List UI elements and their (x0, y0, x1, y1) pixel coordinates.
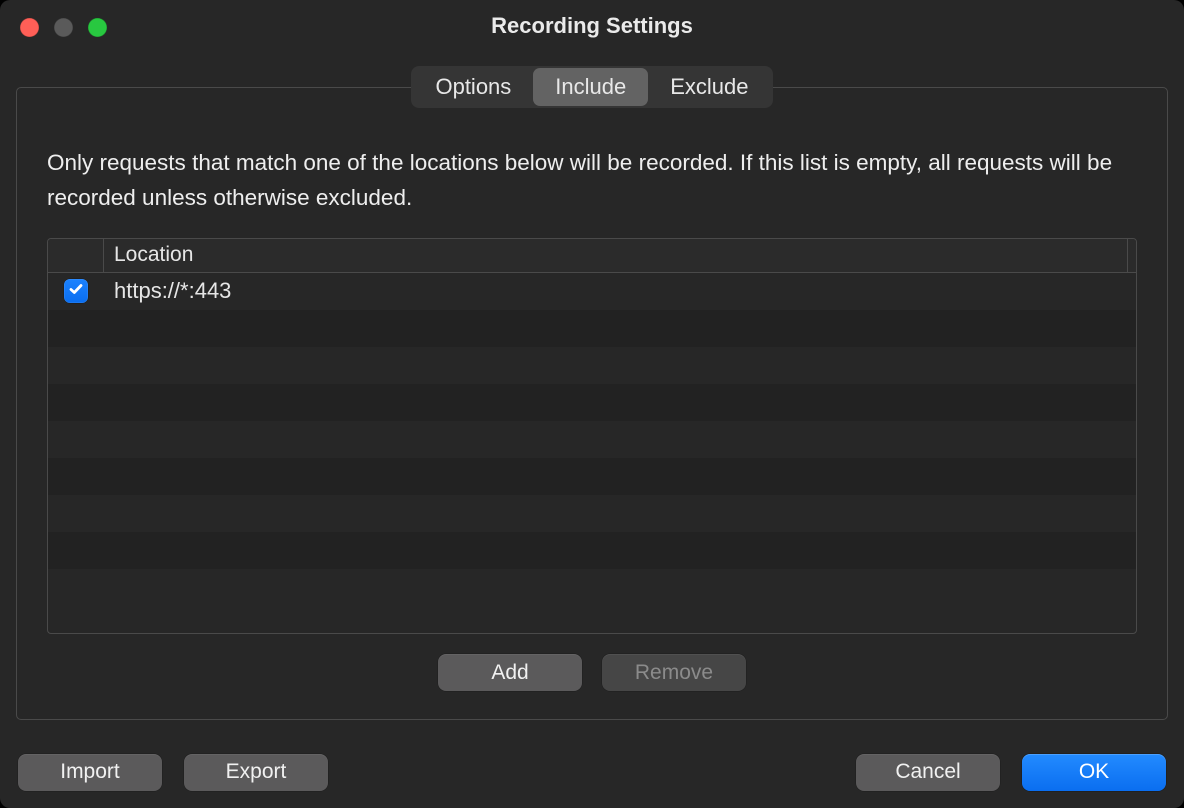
include-panel: Only requests that match one of the loca… (16, 87, 1168, 720)
row-enabled-cell (48, 279, 104, 303)
panel-description: Only requests that match one of the loca… (47, 146, 1137, 216)
titlebar: Recording Settings (0, 0, 1184, 52)
dialog-footer: Import Export Cancel OK (0, 736, 1184, 808)
column-header-enabled[interactable] (48, 239, 104, 272)
table-header: Location (48, 239, 1136, 273)
import-button[interactable]: Import (18, 754, 162, 791)
table-row-empty (48, 532, 1136, 569)
segmented-tabs: Options Include Exclude (411, 66, 772, 108)
table-row[interactable]: https://*:443 (48, 273, 1136, 310)
row-enabled-checkbox[interactable] (64, 279, 88, 303)
cancel-button[interactable]: Cancel (856, 754, 1000, 791)
table-row-empty (48, 421, 1136, 458)
column-header-location[interactable]: Location (104, 239, 1128, 272)
column-header-spacer (1128, 239, 1136, 272)
window-controls (20, 18, 107, 37)
remove-button: Remove (602, 654, 746, 691)
export-button[interactable]: Export (184, 754, 328, 791)
window-title: Recording Settings (0, 13, 1184, 39)
tab-options[interactable]: Options (413, 68, 533, 106)
dialog-content: Options Include Exclude Only requests th… (0, 52, 1184, 736)
locations-table: Location https://*:443 (47, 238, 1137, 634)
table-row-empty (48, 384, 1136, 421)
check-icon (68, 281, 84, 302)
tab-bar: Options Include Exclude (16, 66, 1168, 108)
row-location-cell: https://*:443 (104, 278, 1136, 304)
ok-button[interactable]: OK (1022, 754, 1166, 791)
footer-left: Import Export (18, 754, 328, 791)
footer-right: Cancel OK (856, 754, 1166, 791)
table-row-empty (48, 458, 1136, 495)
close-window-button[interactable] (20, 18, 39, 37)
table-body: https://*:443 (48, 273, 1136, 633)
table-row-empty (48, 310, 1136, 347)
table-row-empty (48, 347, 1136, 384)
tab-exclude[interactable]: Exclude (648, 68, 770, 106)
tab-include[interactable]: Include (533, 68, 648, 106)
recording-settings-window: Recording Settings Options Include Exclu… (0, 0, 1184, 808)
zoom-window-button[interactable] (88, 18, 107, 37)
table-row-empty (48, 495, 1136, 532)
panel-buttons: Add Remove (47, 634, 1137, 691)
minimize-window-button[interactable] (54, 18, 73, 37)
add-button[interactable]: Add (438, 654, 582, 691)
